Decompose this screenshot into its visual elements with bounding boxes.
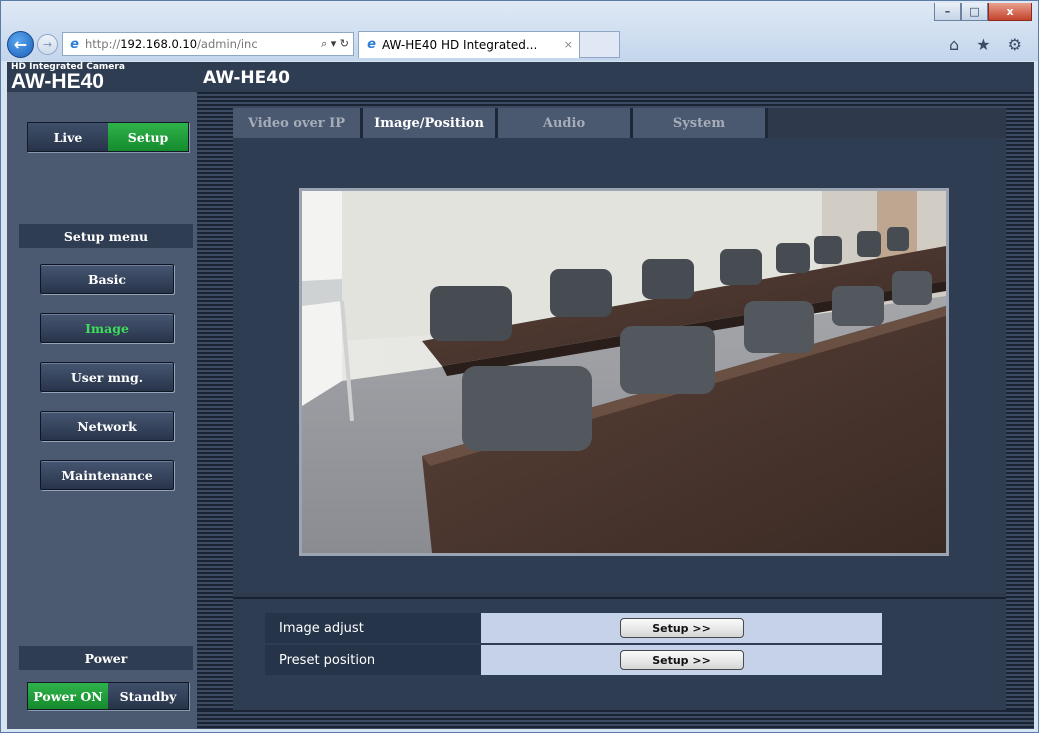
address-prefix: http:// — [85, 37, 121, 51]
address-bar[interactable]: e http:// 192.168.0.10 /admin/inc ⌕ ▾ ↻ — [62, 32, 354, 56]
setup-menu-title: Setup menu — [19, 224, 193, 248]
image-position-panel — [233, 138, 1006, 593]
mode-toggle: Live Setup — [27, 122, 189, 152]
preset-position-cell: Setup >> — [481, 645, 882, 675]
search-refresh-icons[interactable]: ⌕ ▾ ↻ — [321, 37, 353, 51]
image-adjust-cell: Setup >> — [481, 613, 882, 643]
image-adjust-label: Image adjust — [265, 613, 481, 643]
image-adjust-row: Image adjust Setup >> — [265, 613, 882, 643]
menu-image-button[interactable]: Image — [40, 313, 174, 343]
ie-page-icon: e — [70, 36, 79, 52]
main-bottom-border — [197, 710, 1034, 729]
tab-video-over-ip[interactable]: Video over IP — [233, 108, 363, 138]
close-button[interactable]: x — [988, 3, 1032, 21]
power-title: Power — [19, 646, 193, 670]
brand-logo: HD Integrated Camera AW-HE40 — [7, 62, 197, 92]
standby-button[interactable]: Standby — [108, 683, 188, 709]
power-on-button[interactable]: Power ON — [28, 683, 108, 709]
menu-maintenance-button[interactable]: Maintenance — [40, 460, 174, 490]
tab-audio[interactable]: Audio — [498, 108, 633, 138]
browser-window: – □ x ← → e http:// 192.168.0.10 /admin/… — [0, 0, 1039, 733]
menu-network-button[interactable]: Network — [40, 411, 174, 441]
preset-position-row: Preset position Setup >> — [265, 645, 882, 675]
minimize-button[interactable]: – — [934, 3, 961, 21]
main-top-border — [197, 92, 1034, 108]
page-title: AW-HE40 — [197, 62, 1034, 92]
power-toggle: Power ON Standby — [27, 682, 189, 710]
navigation-bar: ← → e http:// 192.168.0.10 /admin/inc ⌕ … — [7, 28, 620, 60]
image-adjust-setup-button[interactable]: Setup >> — [619, 618, 744, 638]
address-host: 192.168.0.10 — [120, 37, 198, 51]
preset-position-setup-button[interactable]: Setup >> — [619, 650, 744, 670]
brand-model: AW-HE40 — [11, 70, 104, 93]
setup-tabs: Video over IP Image/Position Audio Syste… — [233, 108, 768, 138]
live-camera-view — [299, 188, 949, 556]
ie-tab-icon: e — [367, 37, 376, 52]
camera-web-page: HD Integrated Camera AW-HE40 AW-HE40 Liv… — [7, 62, 1034, 729]
preset-position-label: Preset position — [265, 645, 481, 675]
menu-user-mng-button[interactable]: User mng. — [40, 362, 174, 392]
browser-tab-title: AW-HE40 HD Integrated... — [382, 37, 538, 52]
settings-panel: Image adjust Setup >> Preset position Se… — [233, 597, 1006, 710]
address-path: /admin/inc — [197, 37, 258, 51]
forward-arrow-icon[interactable]: → — [37, 33, 58, 55]
main-right-border — [1006, 92, 1034, 729]
sidebar: Live Setup Setup menu Basic Image User m… — [7, 92, 197, 729]
maximize-button[interactable]: □ — [961, 3, 988, 21]
browser-tab[interactable]: e AW-HE40 HD Integrated... × — [358, 30, 580, 58]
tab-image-position[interactable]: Image/Position — [363, 108, 498, 138]
main-left-border — [197, 92, 233, 729]
back-arrow-icon[interactable]: ← — [7, 30, 34, 58]
tab-close-icon[interactable]: × — [564, 38, 573, 51]
main-area: Video over IP Image/Position Audio Syste… — [197, 92, 1034, 729]
live-button[interactable]: Live — [28, 123, 108, 151]
setup-button[interactable]: Setup — [108, 123, 188, 151]
home-favorites-settings-icons[interactable]: ⌂ ★ ⚙ — [949, 35, 1028, 54]
new-tab-button[interactable] — [580, 30, 620, 58]
window-controls: – □ x — [934, 3, 1032, 21]
browser-titlebar: – □ x ← → e http:// 192.168.0.10 /admin/… — [1, 1, 1038, 61]
menu-basic-button[interactable]: Basic — [40, 264, 174, 294]
conference-room-image — [302, 191, 946, 553]
tab-system[interactable]: System — [633, 108, 768, 138]
